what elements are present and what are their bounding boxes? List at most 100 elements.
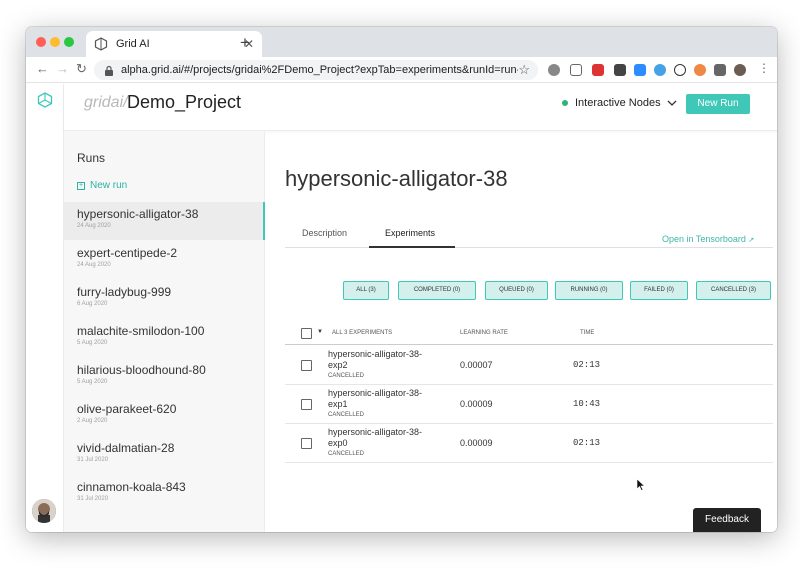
- browser-toolbar: ← → ↻ alpha.grid.ai/#/projects/gridai%2F…: [26, 57, 777, 83]
- tab-description[interactable]: Description: [302, 228, 347, 238]
- learning-rate-value: 0.00007: [460, 360, 493, 370]
- status-dot-icon: [562, 100, 568, 106]
- extension-icon[interactable]: [654, 64, 666, 76]
- minimize-window-button[interactable]: [50, 37, 60, 47]
- run-item[interactable]: vivid-dalmatian-28 31 Jul 2020: [64, 436, 265, 474]
- extension-icon[interactable]: [634, 64, 646, 76]
- run-item[interactable]: furry-ladybug-999 6 Aug 2020: [64, 280, 265, 318]
- extension-icon[interactable]: [694, 64, 706, 76]
- filter-cancelled-button[interactable]: CANCELLED (3): [696, 281, 771, 300]
- time-value: 02:13: [573, 360, 601, 370]
- reload-icon[interactable]: ↻: [76, 61, 87, 77]
- experiment-name[interactable]: hypersonic-alligator-38-exp1: [328, 388, 438, 410]
- avatar[interactable]: [32, 499, 56, 523]
- extension-icon[interactable]: [570, 64, 582, 76]
- filter-queued-button[interactable]: QUEUED (0): [485, 281, 548, 300]
- run-name: hilarious-bloodhound-80: [77, 363, 206, 377]
- run-item[interactable]: hypersonic-alligator-38 24 Aug 2020: [64, 202, 265, 240]
- browser-window: Grid AI ✕ + ← → ↻ alpha.grid.ai/#/projec…: [26, 27, 777, 532]
- forward-arrow-icon[interactable]: →: [56, 61, 69, 76]
- grid-logo-icon[interactable]: [37, 92, 53, 113]
- experiment-status: CANCELLED: [328, 373, 365, 379]
- browser-tab[interactable]: Grid AI ✕: [86, 31, 262, 57]
- run-name: hypersonic-alligator-38: [77, 207, 199, 221]
- run-date: 24 Aug 2020: [77, 262, 111, 268]
- plus-box-icon: +: [77, 181, 85, 190]
- run-item[interactable]: hilarious-bloodhound-80 5 Aug 2020: [64, 358, 265, 396]
- run-name: malachite-smilodon-100: [77, 324, 205, 338]
- active-tab-indicator: [369, 246, 455, 248]
- feedback-button[interactable]: Feedback: [693, 508, 761, 532]
- mouse-cursor-icon: [636, 478, 646, 496]
- filter-failed-button[interactable]: FAILED (0): [630, 281, 688, 300]
- table-header: ▼ ALL 3 EXPERIMENTS LEARNING RATE TIME: [285, 325, 773, 345]
- interactive-nodes-dropdown[interactable]: Interactive Nodes: [562, 97, 677, 109]
- close-window-button[interactable]: [36, 37, 46, 47]
- experiment-name[interactable]: hypersonic-alligator-38-exp0: [328, 427, 438, 449]
- table-row[interactable]: hypersonic-alligator-38-exp2 CANCELLED 0…: [285, 346, 773, 385]
- filter-all-button[interactable]: ALL (3): [343, 281, 389, 300]
- run-item[interactable]: olive-parakeet-620 2 Aug 2020: [64, 397, 265, 435]
- column-time: TIME: [580, 330, 595, 336]
- project-title: Demo_Project: [127, 92, 242, 112]
- run-name: furry-ladybug-999: [77, 285, 172, 299]
- filter-completed-button[interactable]: COMPLETED (0): [398, 281, 476, 300]
- tab-title: Grid AI: [116, 38, 150, 50]
- new-run-button[interactable]: New Run: [686, 94, 750, 114]
- interactive-nodes-label: Interactive Nodes: [575, 97, 661, 109]
- experiment-name[interactable]: hypersonic-alligator-38-exp2: [328, 349, 438, 371]
- row-checkbox[interactable]: [301, 399, 312, 410]
- run-item[interactable]: malachite-smilodon-100 5 Aug 2020: [64, 319, 265, 357]
- sort-caret-icon[interactable]: ▼: [317, 329, 323, 335]
- back-arrow-icon[interactable]: ←: [36, 61, 49, 76]
- address-bar[interactable]: alpha.grid.ai/#/projects/gridai%2FDemo_P…: [94, 60, 538, 80]
- time-value: 10:43: [573, 399, 601, 409]
- maximize-window-button[interactable]: [64, 37, 74, 47]
- bookmark-star-icon[interactable]: ☆: [518, 62, 530, 78]
- chevron-down-icon: [667, 97, 677, 109]
- learning-rate-value: 0.00009: [460, 438, 493, 448]
- experiment-status: CANCELLED: [328, 412, 365, 418]
- filter-running-button[interactable]: RUNNING (0): [555, 281, 623, 300]
- table-row[interactable]: hypersonic-alligator-38-exp1 CANCELLED 0…: [285, 385, 773, 424]
- new-tab-button[interactable]: +: [240, 33, 250, 53]
- tab-experiments[interactable]: Experiments: [385, 228, 435, 238]
- run-title: hypersonic-alligator-38: [285, 166, 508, 191]
- sidebar-new-run-link[interactable]: + New run: [77, 180, 127, 191]
- lock-icon: [104, 65, 114, 76]
- run-item[interactable]: expert-centipede-2 24 Aug 2020: [64, 241, 265, 279]
- app-header: gridai/ Demo_Project Interactive Nodes N…: [64, 84, 777, 131]
- puzzle-icon[interactable]: [714, 64, 726, 76]
- learning-rate-value: 0.00009: [460, 399, 493, 409]
- run-name: cinnamon-koala-843: [77, 480, 186, 494]
- run-item[interactable]: cinnamon-koala-843 31 Jul 2020: [64, 475, 265, 513]
- tensorboard-link[interactable]: Open in Tensorboard ↗: [662, 234, 754, 244]
- brand-label[interactable]: gridai/: [84, 94, 128, 112]
- run-detail: hypersonic-alligator-38 Description Expe…: [266, 132, 777, 532]
- extension-icon[interactable]: [548, 64, 560, 76]
- run-name: vivid-dalmatian-28: [77, 441, 175, 455]
- tab-bar: Grid AI ✕ +: [26, 27, 777, 57]
- sidebar-new-run-label: New run: [90, 180, 128, 191]
- runs-sidebar: Runs + New run hypersonic-alligator-38 2…: [64, 132, 265, 532]
- run-date: 31 Jul 2020: [77, 457, 109, 463]
- select-all-checkbox[interactable]: [301, 328, 312, 339]
- column-learning-rate: LEARNING RATE: [460, 330, 508, 336]
- menu-dots-icon[interactable]: ⋮: [758, 61, 770, 75]
- run-date: 2 Aug 2020: [77, 418, 108, 424]
- row-checkbox[interactable]: [301, 360, 312, 371]
- run-date: 24 Aug 2020: [77, 223, 111, 229]
- tensorboard-label: Open in Tensorboard: [662, 234, 746, 244]
- nav-rail: [26, 84, 64, 532]
- time-value: 02:13: [573, 438, 601, 448]
- run-date: 6 Aug 2020: [77, 301, 108, 307]
- row-checkbox[interactable]: [301, 438, 312, 449]
- extension-icon[interactable]: [614, 64, 626, 76]
- extension-icon[interactable]: [592, 64, 604, 76]
- app: gridai/ Demo_Project Interactive Nodes N…: [26, 84, 777, 532]
- table-row[interactable]: hypersonic-alligator-38-exp0 CANCELLED 0…: [285, 424, 773, 463]
- sidebar-title: Runs: [77, 151, 106, 165]
- column-experiments: ALL 3 EXPERIMENTS: [332, 330, 393, 336]
- extension-icon[interactable]: [674, 64, 686, 76]
- profile-icon[interactable]: [734, 64, 746, 76]
